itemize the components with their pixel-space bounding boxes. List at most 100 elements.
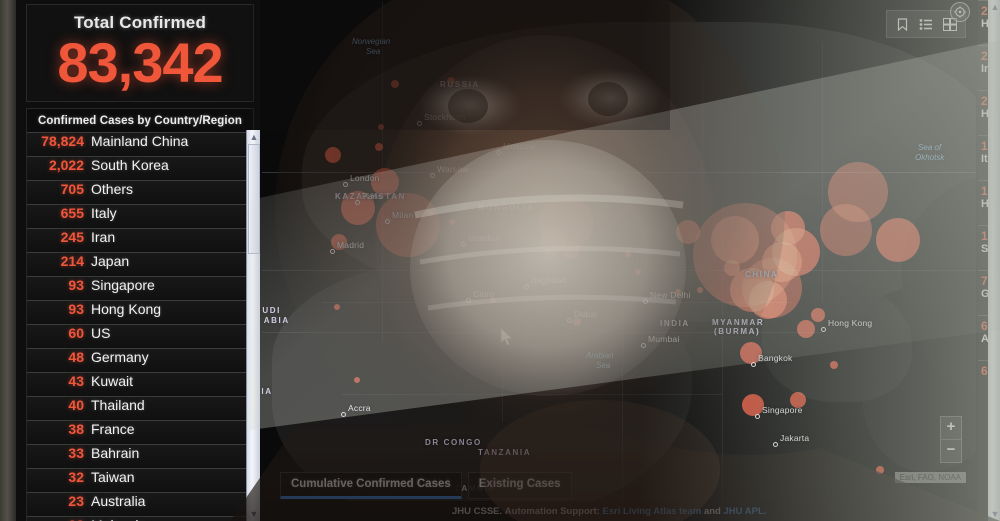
list-item[interactable]: 93 Hong Kong bbox=[27, 300, 253, 324]
map-sea-label: Sea bbox=[596, 361, 611, 370]
list-item[interactable]: 705 Others bbox=[27, 180, 253, 204]
case-bubble[interactable] bbox=[449, 219, 455, 225]
map-country-label: SAUDI bbox=[262, 306, 281, 315]
case-bubble[interactable] bbox=[334, 304, 340, 310]
case-bubble[interactable] bbox=[354, 377, 360, 383]
list-item-region: Japan bbox=[91, 253, 130, 269]
footer-link-esri[interactable]: Esri Living Atlas team bbox=[602, 506, 701, 517]
map-city-label: Istanbul bbox=[468, 233, 500, 243]
case-bubble[interactable] bbox=[749, 281, 787, 319]
list-item[interactable]: 93 Singapore bbox=[27, 276, 253, 300]
bookmark-icon[interactable] bbox=[891, 14, 913, 34]
case-bubble[interactable] bbox=[635, 269, 641, 275]
scroll-up-arrow-icon[interactable]: ▲ bbox=[247, 130, 261, 144]
map-city-label: Dubai bbox=[574, 309, 598, 319]
confirmed-cases-list-card[interactable]: Confirmed Cases by Country/Region 78,824… bbox=[26, 108, 254, 521]
case-bubble[interactable] bbox=[724, 260, 740, 276]
map-canvas[interactable]: NORWAYSWEDENFINLANDRUSSIAUNITEDKINGDOMUK… bbox=[262, 2, 976, 521]
list-item[interactable]: 655 Italy bbox=[27, 204, 253, 228]
map-city-label: Cairo bbox=[473, 289, 495, 299]
list-item[interactable]: 48 Germany bbox=[27, 348, 253, 372]
list-item-region: Kuwait bbox=[91, 373, 134, 389]
case-bubble[interactable] bbox=[375, 143, 383, 151]
case-bubble[interactable] bbox=[427, 210, 433, 216]
page-scroll-up-arrow-icon[interactable]: ▲ bbox=[988, 0, 1000, 14]
case-bubble[interactable] bbox=[697, 287, 703, 293]
list-item-count: 2,022 bbox=[48, 157, 84, 173]
map-country-label: INDIA bbox=[660, 319, 690, 328]
list-item[interactable]: 40 Thailand bbox=[27, 396, 253, 420]
list-item-count: 23 bbox=[68, 493, 84, 509]
map-city-marker-icon bbox=[524, 284, 529, 289]
map-city-marker-icon bbox=[567, 318, 572, 323]
legend-icon[interactable] bbox=[915, 14, 937, 34]
list-item-count: 40 bbox=[68, 397, 84, 413]
case-bubble[interactable] bbox=[797, 320, 815, 338]
scrollbar-thumb[interactable] bbox=[248, 144, 260, 254]
map-tabs[interactable]: Cumulative Confirmed Cases Existing Case… bbox=[280, 472, 572, 499]
map-border-line bbox=[622, 162, 623, 502]
tab-existing-cases[interactable]: Existing Cases bbox=[467, 472, 572, 499]
scroll-down-arrow-icon[interactable]: ▼ bbox=[247, 507, 261, 521]
case-bubble[interactable] bbox=[391, 80, 399, 88]
confirmed-cases-rows[interactable]: 78,824 Mainland China 2,022 South Korea 705 O… bbox=[27, 132, 253, 521]
case-bubble[interactable] bbox=[742, 394, 764, 416]
monitor-bezel-left bbox=[0, 0, 16, 521]
list-item[interactable]: 245 Iran bbox=[27, 228, 253, 252]
list-item[interactable]: 78,824 Mainland China bbox=[27, 132, 253, 156]
case-bubble[interactable] bbox=[830, 361, 838, 369]
map-city-label: London bbox=[350, 173, 380, 183]
case-bubble[interactable] bbox=[676, 220, 700, 244]
map-border-line bbox=[822, 42, 823, 302]
list-scrollbar[interactable]: ▲ ▼ bbox=[246, 130, 260, 521]
map-city-marker-icon bbox=[341, 412, 346, 417]
total-confirmed-card: Total Confirmed 83,342 bbox=[26, 4, 254, 102]
zoom-in-button[interactable]: + bbox=[941, 417, 961, 439]
zoom-out-button[interactable]: − bbox=[941, 440, 961, 462]
case-bubble[interactable] bbox=[711, 216, 759, 264]
case-bubble[interactable] bbox=[771, 211, 805, 245]
locate-icon[interactable] bbox=[950, 2, 970, 22]
map-country-label: MYANMAR bbox=[712, 318, 765, 327]
case-bubble[interactable] bbox=[562, 241, 580, 259]
list-item[interactable]: 33 Bahrain bbox=[27, 444, 253, 468]
map-city-marker-icon bbox=[355, 200, 360, 205]
list-item[interactable]: 43 Kuwait bbox=[27, 372, 253, 396]
list-item[interactable]: 23Malaysia bbox=[27, 516, 253, 521]
case-bubble[interactable] bbox=[876, 218, 920, 262]
footer-prefix: JHU CSSE. bbox=[452, 505, 503, 517]
map-city-label: Warsaw bbox=[437, 164, 469, 174]
list-item[interactable]: 214 Japan bbox=[27, 252, 253, 276]
list-item-count: 32 bbox=[68, 469, 84, 485]
list-item-count: 93 bbox=[68, 301, 84, 317]
list-item[interactable]: 38 France bbox=[27, 420, 253, 444]
list-item[interactable]: 2,022 South Korea bbox=[27, 156, 253, 180]
list-item-count: 245 bbox=[60, 229, 84, 245]
tab-cumulative-confirmed-cases[interactable]: Cumulative Confirmed Cases bbox=[280, 472, 462, 499]
case-bubble[interactable] bbox=[811, 308, 825, 322]
list-item-region: Bahrain bbox=[91, 445, 140, 461]
case-bubble[interactable] bbox=[325, 147, 341, 163]
map-border-line bbox=[262, 270, 976, 271]
case-bubble[interactable] bbox=[378, 124, 384, 130]
page-scroll-down-arrow-icon[interactable]: ▼ bbox=[988, 507, 1000, 521]
case-bubble[interactable] bbox=[876, 466, 884, 474]
map-border-line bbox=[702, 62, 703, 222]
map-border-line bbox=[322, 302, 792, 303]
list-item[interactable]: 32 Taiwan bbox=[27, 468, 253, 492]
map-zoom-controls[interactable]: + − bbox=[940, 416, 962, 463]
map-city-label: New Delhi bbox=[650, 290, 691, 300]
mouse-cursor bbox=[500, 327, 513, 346]
case-bubble[interactable] bbox=[828, 162, 888, 222]
map-city-marker-icon bbox=[343, 182, 348, 187]
case-bubble[interactable] bbox=[573, 318, 581, 326]
list-item[interactable]: 23 Australia bbox=[27, 492, 253, 516]
list-item[interactable]: 60 US bbox=[27, 324, 253, 348]
footer-support-label: Automation Support: bbox=[504, 505, 600, 517]
case-bubble[interactable] bbox=[625, 251, 631, 257]
footer-link-jhuapl[interactable]: JHU APL. bbox=[724, 506, 767, 517]
case-bubble[interactable] bbox=[376, 193, 440, 257]
map-city-marker-icon bbox=[330, 249, 335, 254]
map-city-marker-icon bbox=[755, 414, 760, 419]
page-scrollbar[interactable]: ▲ ▼ bbox=[988, 0, 1000, 521]
